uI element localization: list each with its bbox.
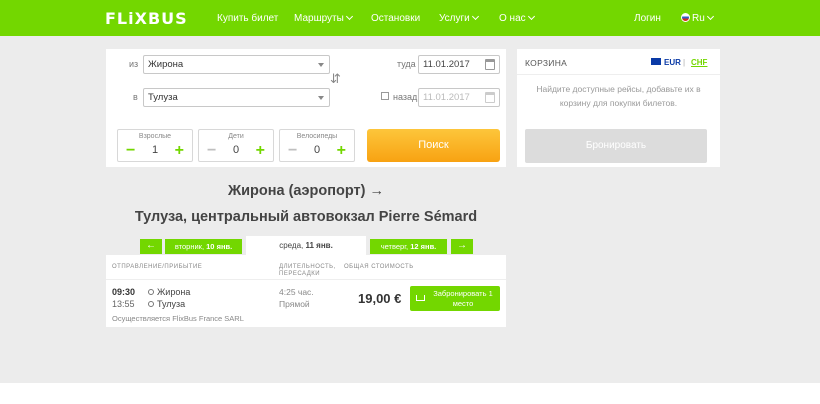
top-navigation-bar: FLiXBUS Купить билет Маршруты Остановки … <box>0 0 820 36</box>
current-day-name: среда, <box>279 241 304 250</box>
route-origin-title: Жирона (аэропорт) → <box>228 183 384 199</box>
adults-stepper: Взрослые − 1 + <box>117 129 193 162</box>
adults-plus-button[interactable]: + <box>175 143 184 159</box>
return-checkbox[interactable] <box>381 92 389 100</box>
depart-date-value: 11.01.2017 <box>423 59 470 70</box>
chevron-down-icon <box>706 12 714 21</box>
departure-time: 09:30 <box>112 287 136 297</box>
adults-label: Взрослые <box>138 133 172 140</box>
bikes-label: Велосипеды <box>296 133 338 140</box>
depart-date-input[interactable]: 11.01.2017 <box>418 55 500 74</box>
language-label: Ru <box>692 13 705 24</box>
results-table: ОТПРАВЛЕНИЕ/ПРИБЫТИЕ ДЛИТЕЛЬНОСТЬ, ПЕРЕС… <box>106 255 506 327</box>
results-divider <box>106 279 506 280</box>
flixbus-logo[interactable]: FLiXBUS <box>105 9 188 28</box>
current-day-date: 11 янв. <box>305 241 333 250</box>
chevron-down-icon <box>527 12 535 21</box>
operator-info: Осуществляется FlixBus France SARL <box>112 314 244 323</box>
nav-services-label: Услуги <box>439 13 470 24</box>
trip-transfers: Прямой <box>279 299 310 309</box>
swap-direction-icon[interactable]: ⇵ <box>330 71 341 87</box>
column-header-price: ОБЩАЯ СТОИМОСТЬ <box>344 264 414 270</box>
russian-flag-icon <box>681 13 690 22</box>
chevron-down-icon <box>471 12 479 21</box>
chevron-down-icon <box>345 12 353 21</box>
column-header-duration: ДЛИТЕЛЬНОСТЬ, ПЕРЕСАДКИ <box>279 264 336 277</box>
footer-area <box>0 383 820 404</box>
depart-label: туда <box>397 59 416 69</box>
dropdown-caret-icon <box>318 63 324 67</box>
from-value: Жирона <box>148 59 184 70</box>
next-day-name: четверг, <box>380 242 409 251</box>
arrival-station[interactable]: Тулуза <box>157 299 185 309</box>
cart-empty-text: Найдите доступные рейсы, добавьте их в к… <box>536 84 701 108</box>
calendar-icon <box>485 92 495 103</box>
departure-station[interactable]: Жирона <box>157 287 190 297</box>
prev-day-date: 10 янв. <box>206 242 233 251</box>
children-plus-button[interactable]: + <box>256 143 265 159</box>
to-label: в <box>133 92 138 102</box>
arrival-dot-icon <box>148 301 154 307</box>
search-button[interactable]: Поиск <box>367 129 500 162</box>
nav-buy-ticket[interactable]: Купить билет <box>217 13 278 24</box>
children-label: Дети <box>228 133 244 140</box>
to-select[interactable]: Тулуза <box>143 88 330 107</box>
book-trip-label: Забронировать 1 место <box>433 289 493 308</box>
cart-panel: КОРЗИНА EUR | CHF Найдите доступные рейс… <box>517 49 720 167</box>
next-day-arrow-button[interactable]: → <box>451 239 473 254</box>
nav-about-label: О нас <box>499 13 526 24</box>
book-button[interactable]: Бронировать <box>525 129 707 163</box>
calendar-icon <box>485 59 495 70</box>
nav-about[interactable]: О нас <box>499 12 535 24</box>
from-label: из <box>129 59 139 69</box>
cart-divider <box>517 74 720 75</box>
login-link[interactable]: Логин <box>634 13 661 24</box>
prev-day-name: вторник, <box>174 242 205 251</box>
eu-flag-icon <box>651 58 661 65</box>
tab-prev-day[interactable]: вторник, 10 янв. <box>165 239 242 254</box>
currency-eur[interactable]: EUR <box>651 58 681 67</box>
search-panel: из Жирона в Тулуза ⇵ туда 11.01.2017 наз… <box>106 49 506 167</box>
tab-next-day[interactable]: четверг, 12 янв. <box>370 239 447 254</box>
language-selector[interactable]: Ru <box>681 12 714 24</box>
tab-current-day[interactable]: среда, 11 янв. <box>246 236 366 255</box>
column-header-departure: ОТПРАВЛЕНИЕ/ПРИБЫТИЕ <box>112 264 203 270</box>
nav-routes-label: Маршруты <box>294 13 344 24</box>
book-trip-button[interactable]: Забронировать 1 место <box>410 286 500 311</box>
to-value: Тулуза <box>148 92 178 103</box>
from-select[interactable]: Жирона <box>143 55 330 74</box>
shopping-cart-icon <box>416 295 425 301</box>
nav-routes[interactable]: Маршруты <box>294 12 353 24</box>
currency-eur-label: EUR <box>664 58 681 67</box>
bikes-stepper: Велосипеды − 0 + <box>279 129 355 162</box>
next-day-date: 12 янв. <box>410 242 437 251</box>
cart-title: КОРЗИНА <box>525 58 568 68</box>
return-date-input[interactable]: 11.01.2017 <box>418 88 500 107</box>
departure-dot-icon <box>148 289 154 295</box>
nav-stations[interactable]: Остановки <box>371 13 420 24</box>
currency-separator: | <box>683 58 686 67</box>
bikes-plus-button[interactable]: + <box>337 143 346 159</box>
trip-duration: 4:25 час. <box>279 287 314 297</box>
trip-price: 19,00 € <box>358 291 402 306</box>
return-date-value: 11.01.2017 <box>423 92 470 103</box>
return-label: назад <box>393 92 418 102</box>
children-stepper: Дети − 0 + <box>198 129 274 162</box>
route-destination-title: Тулуза, центральный автовокзал Pierre Sé… <box>134 209 478 225</box>
dropdown-caret-icon <box>318 96 324 100</box>
prev-day-arrow-button[interactable]: ← <box>140 239 162 254</box>
nav-services[interactable]: Услуги <box>439 12 479 24</box>
currency-chf[interactable]: CHF <box>691 58 707 67</box>
arrival-time: 13:55 <box>112 299 135 309</box>
